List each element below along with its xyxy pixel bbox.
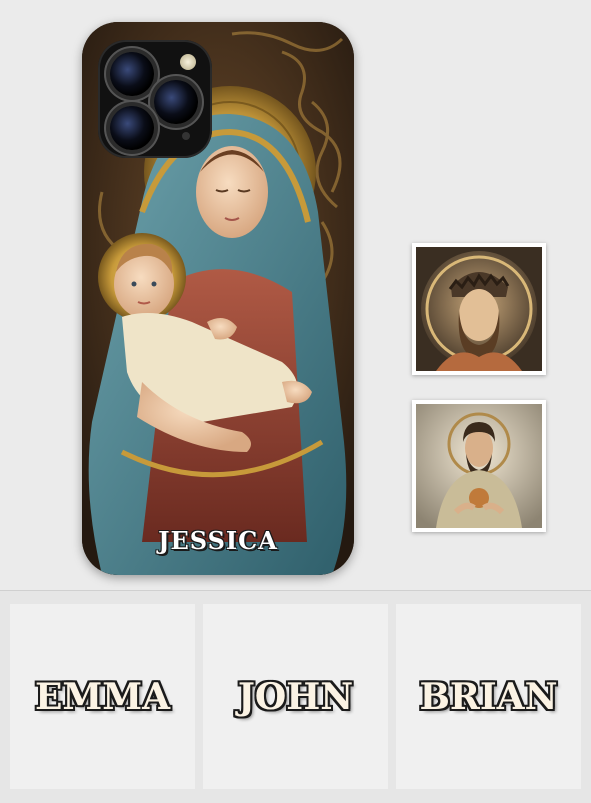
name-example-text: JOHN: [237, 675, 354, 718]
name-example-tile-emma[interactable]: EMMA: [10, 604, 195, 789]
crowned-christ-image: [416, 247, 542, 371]
sacred-heart-christ-image: [416, 404, 542, 528]
camera-lens-icon: [110, 52, 154, 96]
name-example-text: BRIAN: [419, 675, 558, 718]
phone-case-preview[interactable]: JESSICA: [82, 22, 354, 575]
name-example-tile-brian[interactable]: BRIAN: [396, 604, 581, 789]
section-divider: [0, 590, 591, 591]
camera-module: [98, 40, 212, 158]
name-example-text: EMMA: [34, 675, 171, 718]
case-personalized-name: JESSICA: [158, 526, 278, 555]
camera-lens-icon: [154, 80, 198, 124]
camera-flash-icon: [180, 54, 196, 70]
camera-lens-icon: [110, 106, 154, 150]
product-preview-area: JESSICA: [0, 0, 591, 590]
name-example-tile-john[interactable]: JOHN: [203, 604, 388, 789]
design-thumbnail-sacred-heart[interactable]: [412, 400, 546, 532]
microphone-dot: [182, 132, 190, 140]
design-thumbnail-crowned-christ[interactable]: [412, 243, 546, 375]
